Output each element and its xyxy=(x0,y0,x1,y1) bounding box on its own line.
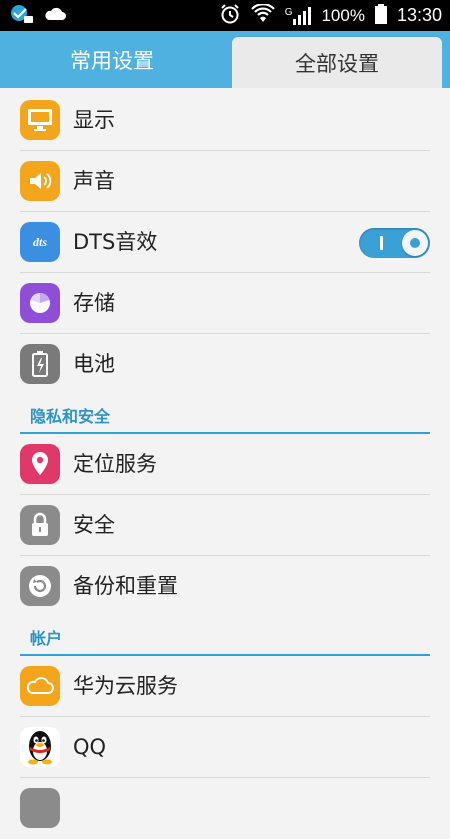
weather-cloud-icon xyxy=(44,6,66,26)
settings-item-label: 显示 xyxy=(73,108,115,132)
settings-item-label: 安全 xyxy=(73,513,115,537)
qq-penguin-icon xyxy=(20,727,60,767)
settings-item-label: 华为云服务 xyxy=(73,674,178,698)
signal-bars-icon xyxy=(293,6,312,25)
section-title: 隐私和安全 xyxy=(30,407,111,426)
status-time: 13:30 xyxy=(396,5,442,25)
network-type-label: G xyxy=(284,6,293,18)
settings-item-label: DTS音效 xyxy=(73,230,158,254)
display-icon xyxy=(20,100,60,140)
settings-item-label: QQ xyxy=(73,735,107,759)
settings-item-label: 备份和重置 xyxy=(73,574,178,598)
location-pin-icon xyxy=(20,444,60,484)
battery-full-icon xyxy=(374,3,387,28)
speaker-icon xyxy=(20,161,60,201)
tab-common-settings[interactable]: 常用设置 xyxy=(0,31,224,88)
alarm-clock-icon xyxy=(219,3,241,29)
settings-item-huawei-cloud[interactable]: 华为云服务 xyxy=(0,656,450,717)
settings-item-location[interactable]: 定位服务 xyxy=(0,434,450,495)
wifi-icon xyxy=(250,2,275,28)
status-right: G 100% 13:30 xyxy=(219,2,442,29)
section-title: 帐户 xyxy=(30,629,63,648)
lock-icon xyxy=(20,505,60,545)
settings-item-backup-reset[interactable]: 备份和重置 xyxy=(0,556,450,617)
status-bar: G 100% 13:30 xyxy=(0,0,450,31)
section-header-privacy-security: 隐私和安全 xyxy=(0,395,450,434)
settings-item-security[interactable]: 安全 xyxy=(0,495,450,556)
storage-pie-icon xyxy=(20,283,60,323)
settings-item-storage[interactable]: 存储 xyxy=(0,273,450,334)
battery-percent: 100% xyxy=(321,5,365,25)
settings-item-qq[interactable]: QQ xyxy=(0,717,450,778)
generic-app-icon xyxy=(20,788,60,828)
cloud-icon xyxy=(20,666,60,706)
settings-item-label: 定位服务 xyxy=(73,452,157,476)
settings-tabs: 常用设置 全部设置 xyxy=(0,31,450,88)
settings-item-partial[interactable] xyxy=(0,778,450,839)
settings-item-dts[interactable]: dts DTS音效 xyxy=(0,212,450,273)
tab-all-settings[interactable]: 全部设置 xyxy=(232,37,442,88)
settings-item-label: 电池 xyxy=(73,352,115,376)
svg-text:dts: dts xyxy=(33,235,47,249)
toggle-on-indicator xyxy=(380,236,383,250)
settings-item-sound[interactable]: 声音 xyxy=(0,151,450,212)
status-left xyxy=(10,4,66,28)
settings-list: 显示 声音 dts DTS音效 存储 电池 隐私和安全 定位服务 安全 备份和重… xyxy=(0,90,450,839)
cellular-signal: G xyxy=(284,6,312,25)
toggle-knob xyxy=(402,230,428,256)
settings-item-label: 声音 xyxy=(73,169,115,193)
section-header-accounts: 帐户 xyxy=(0,617,450,656)
dts-icon: dts xyxy=(20,222,60,262)
battery-icon xyxy=(20,344,60,384)
settings-item-battery[interactable]: 电池 xyxy=(0,334,450,395)
backup-restore-icon xyxy=(20,566,60,606)
settings-item-display[interactable]: 显示 xyxy=(0,90,450,151)
app-notification-icon xyxy=(10,4,34,28)
dts-toggle-switch[interactable] xyxy=(359,228,430,258)
settings-item-label: 存储 xyxy=(73,291,115,315)
